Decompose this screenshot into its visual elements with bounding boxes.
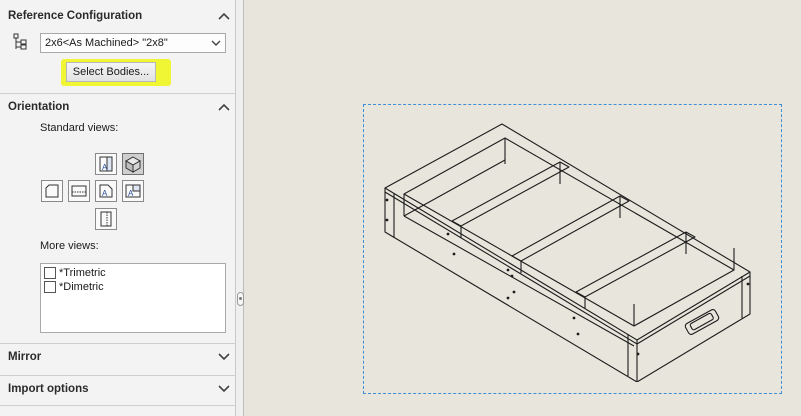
front-view-icon: A: [99, 184, 113, 198]
chevron-down-icon[interactable]: [218, 351, 230, 363]
view-isometric-button[interactable]: [122, 153, 144, 175]
import-options-header[interactable]: Import options: [0, 379, 236, 399]
trimetric-label: *Trimetric: [59, 267, 106, 279]
svg-text:A: A: [102, 189, 108, 198]
list-item[interactable]: *Trimetric: [44, 266, 106, 280]
dimetric-label: *Dimetric: [59, 281, 104, 293]
splitter-grip-icon[interactable]: [237, 292, 244, 306]
orientation-title: Orientation: [8, 101, 70, 113]
svg-text:A: A: [102, 163, 108, 172]
more-views-label: More views:: [40, 240, 99, 252]
list-item[interactable]: *Dimetric: [44, 280, 104, 294]
top-view-icon: [71, 185, 87, 197]
screw-dots: [385, 198, 750, 356]
chevron-up-icon[interactable]: [218, 10, 230, 22]
configuration-dropdown-value: 2x6<As Machined> "2x8": [45, 37, 168, 49]
section-divider: [0, 375, 236, 376]
view-back-button[interactable]: A: [95, 153, 117, 175]
mirror-header[interactable]: Mirror: [0, 347, 236, 367]
standard-views-label: Standard views:: [40, 122, 119, 134]
reference-configuration-header[interactable]: Reference Configuration: [0, 6, 236, 26]
left-view-icon: [45, 184, 59, 198]
chevron-down-icon[interactable]: [218, 383, 230, 395]
isometric-view-icon: [124, 156, 142, 173]
dimetric-checkbox[interactable]: [44, 281, 56, 293]
bottom-view-icon: [100, 211, 112, 227]
more-views-list: *Trimetric *Dimetric: [40, 263, 226, 333]
property-manager-panel: Reference Configuration 2x6<As Machined>…: [0, 0, 236, 416]
import-options-title: Import options: [8, 383, 89, 395]
trimetric-checkbox[interactable]: [44, 267, 56, 279]
configuration-icon: [12, 33, 28, 51]
orientation-header[interactable]: Orientation: [0, 97, 236, 117]
tray-divider: [575, 231, 696, 298]
view-right-button[interactable]: A: [122, 180, 144, 202]
section-divider: [0, 343, 236, 344]
tray-outer-side: [384, 188, 751, 382]
section-divider: [0, 93, 236, 94]
tray-divider: [451, 161, 570, 227]
configuration-dropdown[interactable]: 2x6<As Machined> "2x8": [40, 33, 226, 53]
svg-text:A: A: [128, 189, 134, 198]
view-left-button[interactable]: [41, 180, 63, 202]
mirror-title: Mirror: [8, 351, 42, 363]
section-divider: [0, 405, 236, 406]
view-bottom-button[interactable]: [95, 208, 117, 230]
select-bodies-button[interactable]: Select Bodies...: [66, 62, 156, 82]
tray-outer-rim: [384, 123, 751, 341]
view-front-button[interactable]: A: [95, 180, 117, 202]
tray-inner-rim: [403, 137, 735, 327]
right-view-icon: A: [125, 184, 141, 198]
model-drawing[interactable]: [380, 120, 760, 382]
chevron-down-icon[interactable]: [211, 38, 221, 48]
back-view-icon: A: [99, 156, 113, 172]
view-top-button[interactable]: [68, 180, 90, 202]
tray-divider: [511, 195, 630, 262]
panel-splitter[interactable]: [236, 0, 244, 416]
reference-configuration-title: Reference Configuration: [8, 10, 143, 22]
chevron-up-icon[interactable]: [218, 101, 230, 113]
